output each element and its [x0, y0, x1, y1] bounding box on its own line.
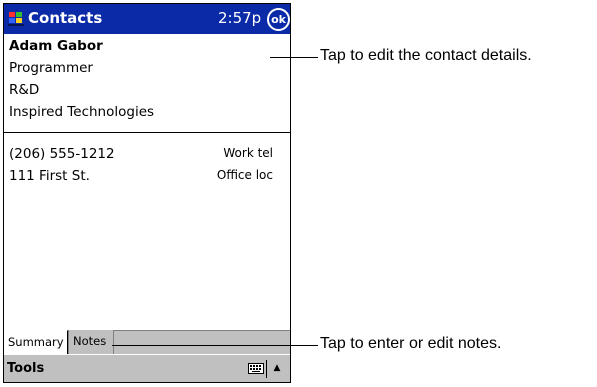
callout-line-details	[270, 57, 318, 58]
clock[interactable]: 2:57p	[218, 9, 261, 27]
sip-divider	[266, 360, 267, 378]
contact-details[interactable]: Adam Gabor Programmer R&D Inspired Techn…	[4, 34, 290, 134]
tab-notes[interactable]: Notes	[68, 330, 114, 354]
contact-name: Adam Gabor	[9, 38, 103, 54]
ok-button[interactable]: ok	[267, 8, 290, 31]
tools-menu[interactable]: Tools	[7, 361, 44, 376]
menu-bar: Tools ▲	[4, 354, 290, 382]
tab-summary[interactable]: Summary	[4, 330, 68, 354]
callout-line-notes	[112, 345, 318, 346]
contact-job-title: Programmer	[9, 60, 93, 76]
title-bar: Contacts 2:57p ok	[4, 4, 290, 34]
keyboard-icon[interactable]	[248, 363, 264, 374]
contact-company: Inspired Technologies	[9, 104, 155, 120]
office-location-value: 111 First St.	[9, 168, 90, 184]
work-phone-value: (206) 555-1212	[9, 146, 115, 162]
callout-notes: Tap to enter or edit notes.	[320, 335, 502, 352]
sip-arrow-icon[interactable]: ▲	[270, 361, 284, 375]
pocket-pc-screen: Contacts 2:57p ok Adam Gabor Programmer …	[3, 3, 291, 383]
field-row-work-tel[interactable]: (206) 555-1212 Work tel	[9, 146, 273, 164]
field-row-office-loc[interactable]: 111 First St. Office loc	[9, 168, 273, 186]
work-phone-label: Work tel	[223, 146, 273, 160]
callout-details: Tap to edit the contact details.	[320, 47, 532, 64]
windows-flag-icon[interactable]	[8, 10, 24, 26]
tab-bar: Summary Notes	[4, 330, 290, 354]
divider	[4, 132, 290, 133]
app-title: Contacts	[28, 9, 103, 27]
office-location-label: Office loc	[216, 168, 273, 182]
contact-department: R&D	[9, 82, 40, 98]
